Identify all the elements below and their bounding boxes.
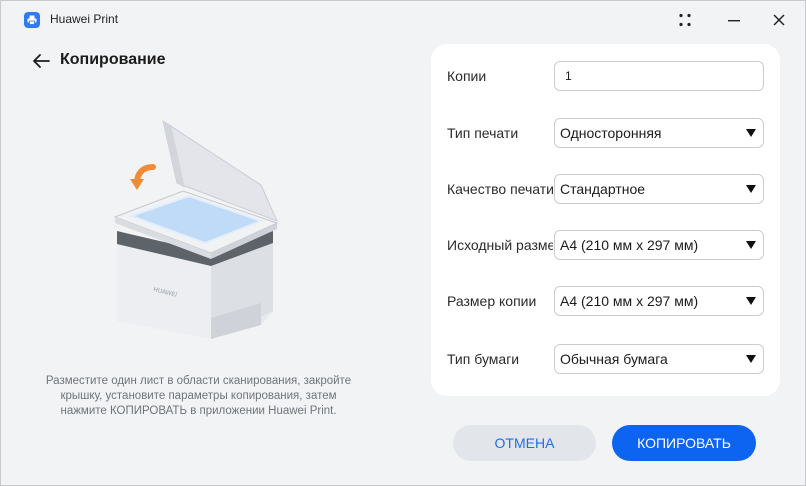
caret-down-icon xyxy=(739,241,763,249)
minimize-icon xyxy=(728,20,740,22)
copies-label: Копии xyxy=(447,68,487,84)
copy-button[interactable]: КОПИРОВАТЬ xyxy=(612,425,756,461)
caret-down-icon xyxy=(739,185,763,193)
caret-down-icon xyxy=(739,129,763,137)
title-bar: Huawei Print xyxy=(1,1,805,39)
quality-value: Стандартное xyxy=(560,181,646,197)
placement-hint: Разместите один лист в области сканирова… xyxy=(45,375,352,417)
source-size-select[interactable]: A4 (210 мм x 297 мм) xyxy=(554,230,764,260)
back-button[interactable] xyxy=(30,50,52,72)
caret-down-icon xyxy=(739,297,763,305)
quality-label: Качество печати xyxy=(447,181,553,197)
printer-scan-illustration: HUAWEI xyxy=(113,119,279,339)
app-menu-button[interactable] xyxy=(671,7,699,33)
caret-down-icon xyxy=(739,355,763,363)
copy-size-label: Размер копии xyxy=(447,293,537,309)
copies-value: 1 xyxy=(565,69,572,83)
back-arrow-icon xyxy=(33,54,50,68)
minimize-button[interactable] xyxy=(720,7,748,33)
copy-size-value: A4 (210 мм x 297 мм) xyxy=(560,293,699,309)
paper-type-label: Тип бумаги xyxy=(447,351,520,367)
paper-type-select[interactable]: Обычная бумага xyxy=(554,344,764,374)
cancel-button[interactable]: ОТМЕНА xyxy=(453,425,596,461)
printer-app-icon xyxy=(24,12,40,28)
copy-settings-card: Копии 1 Тип печати Односторонняя Качеств… xyxy=(431,44,780,396)
copy-size-select[interactable]: A4 (210 мм x 297 мм) xyxy=(554,286,764,316)
paper-type-value: Обычная бумага xyxy=(560,351,668,367)
copies-input[interactable]: 1 xyxy=(554,61,764,91)
close-button[interactable] xyxy=(765,7,793,33)
close-icon xyxy=(773,14,785,26)
app-window: Huawei Print Копирование HUAWEI Размести… xyxy=(0,0,806,486)
print-type-value: Односторонняя xyxy=(560,125,662,141)
dots-grid-icon xyxy=(679,13,691,27)
quality-select[interactable]: Стандартное xyxy=(554,174,764,204)
source-size-label: Исходный размер xyxy=(447,237,553,253)
page-title: Копирование xyxy=(60,51,166,68)
window-title: Huawei Print xyxy=(50,12,119,26)
print-type-select[interactable]: Односторонняя xyxy=(554,118,764,148)
source-size-value: A4 (210 мм x 297 мм) xyxy=(560,237,699,253)
print-type-label: Тип печати xyxy=(447,125,519,141)
